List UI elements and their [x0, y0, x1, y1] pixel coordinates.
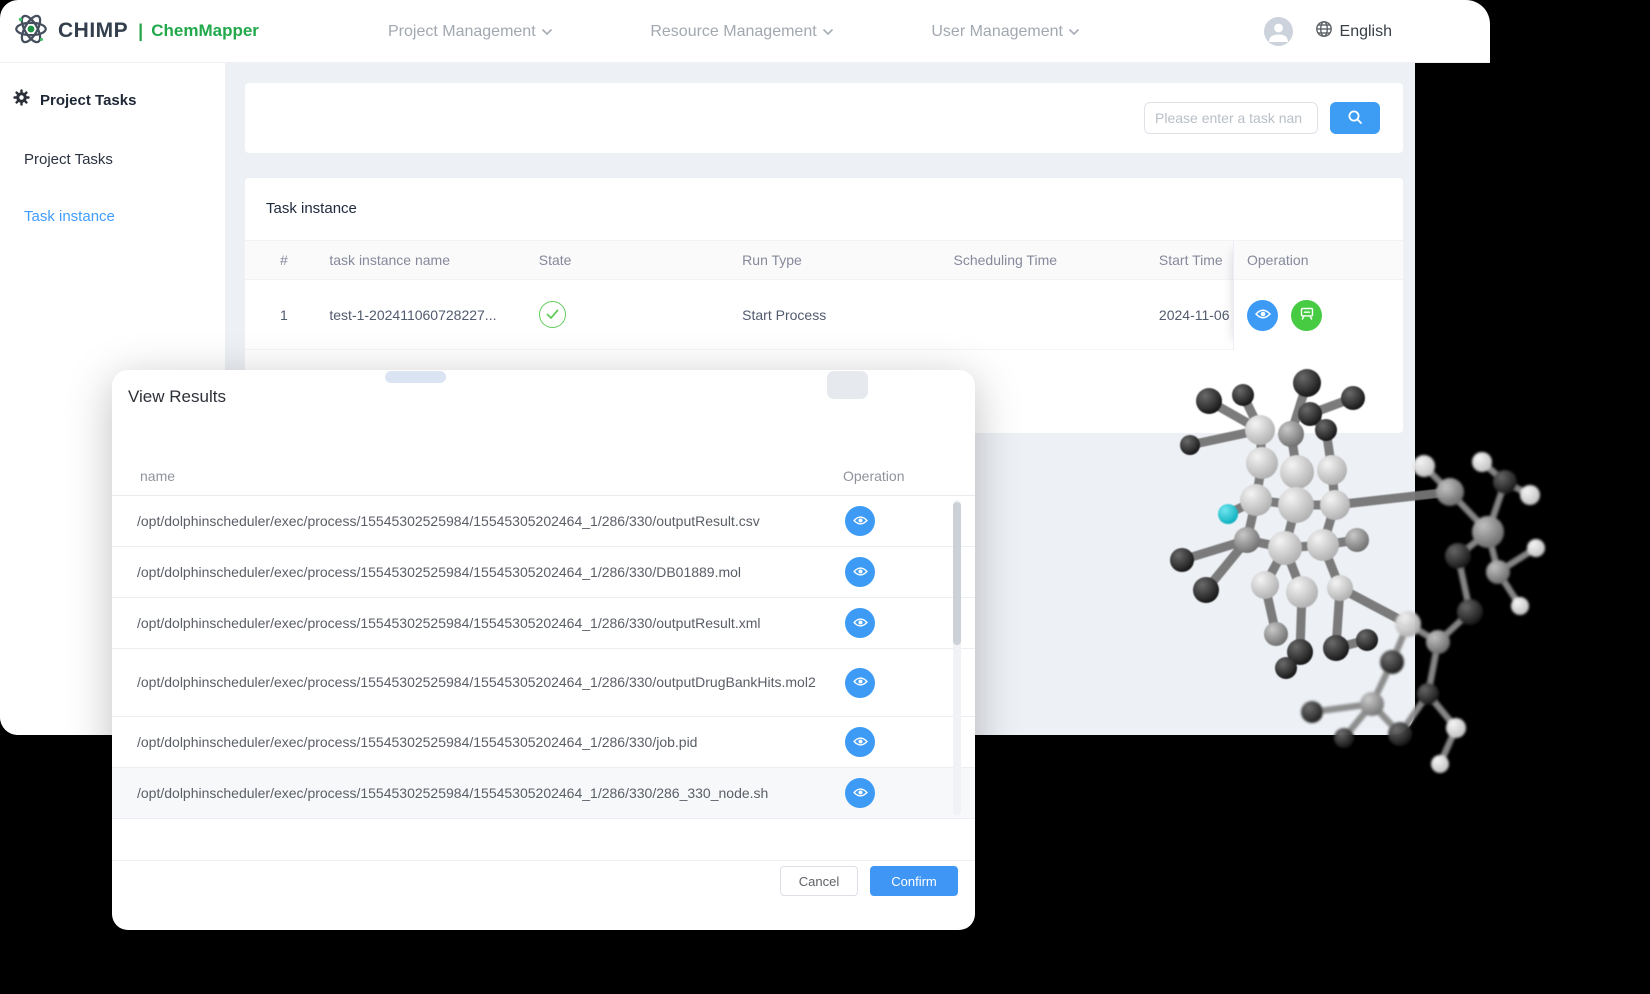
- modal-col-operation: Operation: [843, 468, 904, 484]
- eye-icon: [853, 565, 868, 580]
- check-circle-icon: [539, 301, 566, 328]
- view-file-button[interactable]: [845, 778, 875, 808]
- horizontal-scrollbar-thumb[interactable]: [385, 371, 446, 383]
- gear-icon: [13, 89, 30, 111]
- result-path: /opt/dolphinscheduler/exec/process/15545…: [137, 671, 839, 694]
- result-path: /opt/dolphinscheduler/exec/process/15545…: [137, 782, 839, 805]
- nav-right: English: [1264, 0, 1392, 63]
- search-input[interactable]: [1155, 110, 1307, 126]
- modal-result-list: /opt/dolphinscheduler/exec/process/15545…: [112, 496, 975, 819]
- modal-col-name: name: [140, 468, 175, 484]
- top-navbar: CHIMP | ChemMapper Project Management Re…: [0, 0, 1490, 63]
- col-operation: Operation: [1234, 240, 1403, 280]
- atom-logo-icon: [12, 10, 50, 53]
- nav-resource-management[interactable]: Resource Management: [650, 23, 833, 41]
- eye-icon: [853, 675, 868, 690]
- col-start-time: Start Time: [1159, 252, 1233, 268]
- globe-icon: [1315, 20, 1333, 43]
- result-row: /opt/dolphinscheduler/exec/process/15545…: [112, 649, 975, 717]
- modal-scrollbar-track[interactable]: [953, 500, 961, 815]
- result-path: /opt/dolphinscheduler/exec/process/15545…: [137, 561, 839, 584]
- magnifier-icon: [1347, 109, 1363, 128]
- card-title: Task instance: [245, 178, 1403, 217]
- eye-icon: [1255, 308, 1271, 323]
- eye-icon: [853, 786, 868, 801]
- cell-run-type: Start Process: [742, 307, 953, 323]
- brand: CHIMP | ChemMapper: [0, 10, 330, 53]
- search-button[interactable]: [1330, 102, 1380, 134]
- col-task-name: task instance name: [329, 252, 538, 268]
- eye-icon: [853, 735, 868, 750]
- molecule-3d-graphic: [1130, 355, 1580, 800]
- result-path: /opt/dolphinscheduler/exec/process/15545…: [137, 731, 839, 754]
- divider: [112, 860, 975, 861]
- view-log-button[interactable]: [1291, 300, 1322, 331]
- view-file-button[interactable]: [845, 668, 875, 698]
- language-switcher[interactable]: English: [1315, 20, 1392, 43]
- nav-user-management[interactable]: User Management: [931, 23, 1080, 41]
- user-avatar[interactable]: [1264, 17, 1293, 46]
- col-state: State: [539, 252, 742, 268]
- nav-project-management[interactable]: Project Management: [388, 23, 553, 41]
- col-run-type: Run Type: [742, 252, 953, 268]
- sidebar-group-label: Project Tasks: [40, 92, 136, 109]
- pagination-pill[interactable]: [827, 371, 868, 399]
- table-row: 1 test-1-202411060728227... Start Proces…: [245, 280, 1233, 350]
- result-row: /opt/dolphinscheduler/exec/process/15545…: [112, 496, 975, 547]
- result-path: /opt/dolphinscheduler/exec/process/15545…: [137, 510, 839, 533]
- view-file-button[interactable]: [845, 727, 875, 757]
- cell-index: 1: [280, 307, 329, 323]
- cell-operation: [1234, 280, 1403, 350]
- table-header: # task instance name State Run Type Sche…: [245, 240, 1233, 280]
- operation-sticky-column: Operation: [1233, 240, 1403, 350]
- confirm-button[interactable]: Confirm: [870, 866, 958, 896]
- sidebar-item-task-instance[interactable]: Task instance: [0, 208, 225, 225]
- col-index: #: [280, 252, 329, 268]
- eye-icon: [853, 514, 868, 529]
- chevron-down-icon: [822, 23, 834, 41]
- brand-product: ChemMapper: [151, 21, 259, 41]
- modal-footer: Cancel Confirm: [780, 866, 958, 896]
- brand-separator: |: [138, 21, 143, 42]
- sidebar-group-project-tasks[interactable]: Project Tasks: [0, 63, 225, 111]
- view-file-button[interactable]: [845, 608, 875, 638]
- brand-name: CHIMP: [58, 19, 128, 43]
- cancel-button[interactable]: Cancel: [780, 866, 858, 896]
- view-results-modal: View Results name Operation /opt/dolphin…: [112, 370, 975, 930]
- modal-title: View Results: [128, 387, 226, 407]
- result-row: /opt/dolphinscheduler/exec/process/15545…: [112, 598, 975, 649]
- nav-label: Resource Management: [650, 23, 816, 41]
- result-row: /opt/dolphinscheduler/exec/process/15545…: [112, 717, 975, 768]
- nav-menus: Project Management Resource Management U…: [388, 0, 1080, 63]
- view-file-button[interactable]: [845, 506, 875, 536]
- nav-label: Project Management: [388, 23, 536, 41]
- modal-scrollbar-thumb[interactable]: [953, 502, 961, 645]
- result-path: /opt/dolphinscheduler/exec/process/15545…: [137, 612, 839, 635]
- result-row: /opt/dolphinscheduler/exec/process/15545…: [112, 547, 975, 598]
- cell-start-time: 2024-11-06: [1159, 307, 1233, 323]
- language-label: English: [1340, 23, 1392, 41]
- view-results-button[interactable]: [1247, 300, 1278, 331]
- modal-table-header: name Operation: [112, 458, 975, 495]
- search-card: [245, 83, 1403, 153]
- cell-task-name: test-1-202411060728227...: [329, 307, 538, 323]
- col-scheduling-time: Scheduling Time: [954, 252, 1159, 268]
- result-row: /opt/dolphinscheduler/exec/process/15545…: [112, 768, 975, 819]
- board-icon: [1299, 306, 1315, 324]
- sidebar-item-project-tasks[interactable]: Project Tasks: [0, 151, 225, 168]
- nav-label: User Management: [931, 23, 1063, 41]
- view-file-button[interactable]: [845, 557, 875, 587]
- task-name-search-field[interactable]: [1144, 102, 1318, 134]
- cell-state: [539, 301, 742, 328]
- chevron-down-icon: [541, 23, 553, 41]
- chevron-down-icon: [1068, 23, 1080, 41]
- eye-icon: [853, 616, 868, 631]
